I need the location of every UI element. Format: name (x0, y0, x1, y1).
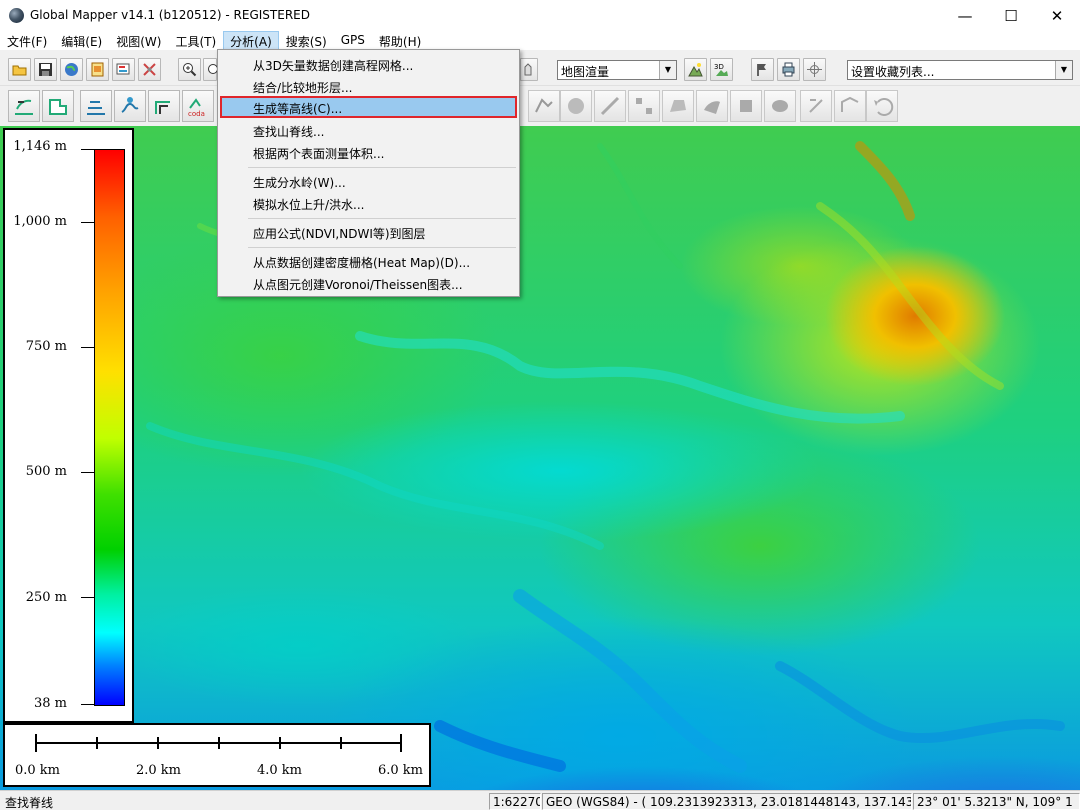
legend-tick (81, 597, 95, 598)
layer-config-icon[interactable] (112, 58, 135, 81)
catalog-icon[interactable] (86, 58, 109, 81)
grid-tool-icon[interactable] (628, 90, 660, 122)
legend-tick (81, 704, 95, 705)
svg-text:3D: 3D (714, 63, 724, 71)
map-view[interactable] (0, 126, 1080, 790)
legend-label: 250 m (25, 590, 67, 605)
title-bar: Global Mapper v14.1 (b120512) - REGISTER… (0, 0, 1080, 31)
window-title: Global Mapper v14.1 (b120512) - REGISTER… (30, 8, 310, 22)
split-tool-icon[interactable] (764, 90, 796, 122)
legend-label: 500 m (25, 464, 67, 479)
flag-icon[interactable] (751, 58, 774, 81)
analysis-menu-dropdown: 从3D矢量数据创建高程网格... 结合/比较地形层... 生成等高线(C)...… (217, 49, 520, 297)
print-icon[interactable] (777, 58, 800, 81)
save-icon[interactable] (34, 58, 57, 81)
pan-icon[interactable] (520, 58, 538, 81)
measure-tool-icon[interactable] (800, 90, 832, 122)
polygon-tool-icon[interactable] (662, 90, 694, 122)
status-message: 查找脊线 (5, 796, 54, 810)
menu-file[interactable]: 文件(F) (0, 31, 54, 50)
menu-analysis[interactable]: 分析(A) (223, 31, 279, 50)
watershed-tool-icon[interactable] (114, 90, 146, 122)
legend-tick (81, 222, 95, 223)
legend-label: 1,146 m (13, 139, 67, 154)
scale-ruler (35, 734, 402, 752)
legend-tick (81, 149, 95, 150)
minimize-button[interactable]: — (942, 0, 988, 31)
terrain-texture (146, 141, 1065, 773)
main-toolbar: 地图渲量 ▼ 3D 设置收藏列表... ▼ (0, 52, 1080, 86)
menu-separator (248, 167, 516, 168)
contour-tool-icon[interactable] (8, 90, 40, 122)
legend-tick (81, 472, 95, 473)
status-bar: 查找脊线 1:62270 GEO (WGS84) - ( 109.2313923… (0, 790, 1080, 810)
menu-search[interactable]: 搜索(S) (279, 31, 334, 50)
undo-icon[interactable] (866, 90, 898, 122)
menu-item-find-ridge-lines[interactable]: 查找山脊线... (220, 119, 517, 141)
status-projection: GEO (WGS84) - ( 109.2313923313, 23.01814… (542, 793, 912, 810)
menu-item-generate-watershed[interactable]: 生成分水岭(W)... (220, 170, 517, 192)
open-folder-icon[interactable] (8, 58, 31, 81)
menu-item-generate-contours[interactable]: 生成等高线(C)... (220, 96, 517, 118)
menu-tools[interactable]: 工具(T) (168, 31, 223, 50)
zoom-in-icon[interactable] (178, 58, 201, 81)
menu-edit[interactable]: 编辑(E) (54, 31, 109, 50)
terrain-tool-icon[interactable] (148, 90, 180, 122)
menu-separator (248, 247, 516, 248)
line-tool-icon[interactable] (80, 90, 112, 122)
merge-tool-icon[interactable] (730, 90, 762, 122)
maximize-button[interactable]: ☐ (988, 0, 1034, 31)
3d-view-icon[interactable]: 3D (710, 58, 733, 81)
legend-tick (81, 347, 95, 348)
status-coordinates: 23° 01' 5.3213" N, 109° 1 (913, 793, 1080, 810)
zoom-out-icon[interactable] (203, 58, 218, 81)
edit-tool-icon[interactable] (696, 90, 728, 122)
area-tool-icon[interactable] (42, 90, 74, 122)
vertex-tool-icon[interactable] (594, 90, 626, 122)
digitizer-toolbar: coda (0, 87, 1080, 125)
menu-item-measure-volume[interactable]: 根据两个表面测量体积... (220, 141, 517, 163)
menu-item-combine-terrain[interactable]: 结合/比较地形层... (220, 75, 517, 97)
scale-label: 2.0 km (136, 763, 182, 778)
menu-item-apply-formula[interactable]: 应用公式(NDVI,NDWI等)到图层 (220, 221, 517, 243)
app-globe-icon (9, 8, 24, 23)
lighting-icon[interactable] (684, 58, 707, 81)
scale-label: 0.0 km (15, 763, 61, 778)
scale-bar: 0.0 km 2.0 km 4.0 km 6.0 km (3, 723, 431, 787)
render-mode-select[interactable]: 地图渲量 ▼ (557, 60, 677, 80)
legend-label: 750 m (25, 339, 67, 354)
globe-icon[interactable] (60, 58, 83, 81)
close-button[interactable]: ✕ (1034, 0, 1080, 31)
render-mode-value: 地图渲量 (561, 65, 610, 79)
legend-color-ramp (94, 149, 125, 706)
legend-label: 38 m (33, 696, 67, 711)
bookmark-value: 设置收藏列表... (851, 65, 935, 79)
chevron-down-icon: ▼ (659, 61, 676, 79)
menu-help[interactable]: 帮助(H) (372, 31, 428, 50)
menu-item-simulate-flood[interactable]: 模拟水位上升/洪水... (220, 192, 517, 214)
menu-bar: 文件(F) 编辑(E) 视图(W) 工具(T) 分析(A) 搜索(S) GPS … (0, 31, 1080, 50)
menu-view[interactable]: 视图(W) (109, 31, 168, 50)
chevron-down-icon: ▼ (1055, 61, 1072, 79)
elevation-legend: 1,146 m 1,000 m 750 m 500 m 250 m 38 m (3, 128, 134, 723)
legend-label: 1,000 m (13, 214, 67, 229)
menu-item-voronoi[interactable]: 从点图元创建Voronoi/Theissen图表... (220, 272, 517, 294)
status-scale: 1:62270 (489, 793, 541, 810)
menu-item-heat-map[interactable]: 从点数据创建密度栅格(Heat Map)(D)... (220, 250, 517, 272)
menu-gps[interactable]: GPS (334, 31, 372, 50)
coda-tool-icon[interactable]: coda (182, 90, 214, 122)
tools-icon[interactable] (138, 58, 161, 81)
svg-text:coda: coda (188, 110, 205, 118)
crosshair-icon[interactable] (803, 58, 826, 81)
menu-separator (248, 218, 516, 219)
scale-label: 4.0 km (257, 763, 303, 778)
menu-item-create-elevation-grid[interactable]: 从3D矢量数据创建高程网格... (220, 53, 517, 75)
bookmark-select[interactable]: 设置收藏列表... ▼ (847, 60, 1073, 80)
path-tool-icon[interactable] (834, 90, 866, 122)
node-tool-icon[interactable] (560, 90, 592, 122)
scale-label: 6.0 km (378, 763, 424, 778)
shape-tool-icon[interactable] (528, 90, 560, 122)
